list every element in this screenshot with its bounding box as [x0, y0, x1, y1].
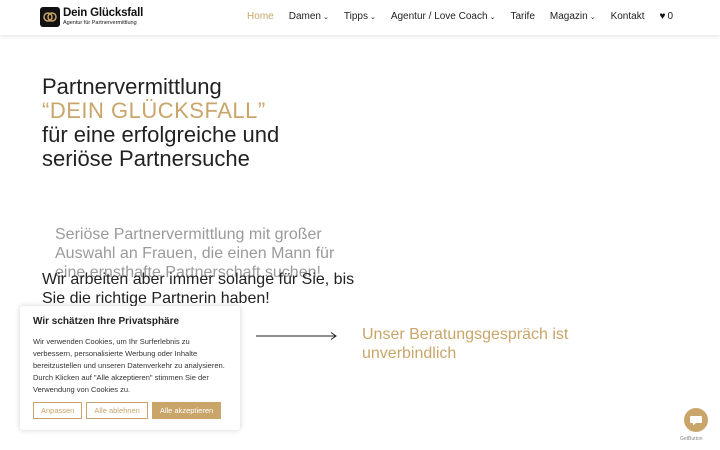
wishlist-count: 0	[667, 11, 673, 22]
cookie-title: Wir schätzen Ihre Privatsphäre	[33, 316, 180, 327]
brand-tagline: Agentur für Partnervermittlung	[63, 19, 137, 26]
nav-label: Agentur / Love Coach	[390, 11, 488, 22]
hero-title: Partnervermittlung “DEIN GLÜCKSFALL” für…	[42, 75, 279, 171]
nav-item-tipps[interactable]: Tipps ⌄	[344, 11, 376, 22]
nav-label: Magazin	[549, 11, 588, 22]
accept-all-button[interactable]: Alle akzeptieren	[151, 402, 222, 419]
chevron-down-icon: ⌄	[369, 13, 376, 21]
nav-label: Kontakt	[610, 11, 645, 22]
chevron-down-icon: ⌄	[589, 13, 596, 21]
chat-button[interactable]	[684, 408, 708, 432]
brand-name: Dein Glücksfall	[63, 7, 144, 19]
hero-accent: “DEIN GLÜCKSFALL”	[42, 98, 266, 123]
consultation-text: Unser Beratungsgespräch ist unverbindlic…	[362, 326, 569, 362]
wishlist-link[interactable]: ♥ 0	[660, 11, 674, 22]
nav-item-damen[interactable]: Damen ⌄	[289, 11, 329, 22]
cookie-consent-banner: Wir schätzen Ihre Privatsphäre Wir verwe…	[20, 306, 240, 430]
cookie-buttons: Anpassen Alle ablehnen Alle akzeptieren	[33, 402, 222, 419]
hero-line-3: für eine erfolgreiche und	[42, 122, 280, 147]
chevron-down-icon: ⌄	[489, 13, 496, 21]
main-text: Wir arbeiten aber immer solange für Sie,…	[42, 271, 355, 307]
cookie-text: Wir verwenden Cookies, um Ihr Surferlebn…	[33, 337, 225, 394]
nav-label: Damen	[288, 11, 321, 22]
site-header: Dein Glücksfall Agentur für Partnervermi…	[0, 0, 720, 35]
arrow-right-icon	[256, 332, 337, 340]
customize-button[interactable]: Anpassen	[33, 402, 83, 419]
logo[interactable]: Dein Glücksfall Agentur für Partnervermi…	[40, 7, 143, 27]
nav-item-agentur[interactable]: Agentur / Love Coach ⌄	[391, 11, 496, 22]
nav-label: Tarife	[510, 11, 535, 22]
nav-item-home[interactable]: Home	[247, 11, 274, 22]
chevron-down-icon: ⌄	[322, 13, 329, 21]
hero-line-1: Partnervermittlung	[42, 74, 222, 99]
nav-label: Tipps	[343, 11, 368, 22]
hero-line-4: seriöse Partnersuche	[42, 146, 250, 171]
nav-item-magazin[interactable]: Magazin ⌄	[550, 11, 596, 22]
logo-icon	[40, 7, 60, 27]
nav-item-kontakt[interactable]: Kontakt	[611, 11, 645, 22]
chat-bubble-icon	[690, 416, 702, 426]
main-navigation: Home Damen ⌄ Tipps ⌄ Agentur / Love Coac…	[247, 11, 673, 22]
heart-icon: ♥	[659, 11, 666, 22]
nav-label: Home	[247, 11, 274, 22]
reject-all-button[interactable]: Alle ablehnen	[86, 402, 148, 419]
getbutton-credit[interactable]: GetButton	[680, 436, 703, 442]
nav-item-tarife[interactable]: Tarife	[510, 11, 534, 22]
